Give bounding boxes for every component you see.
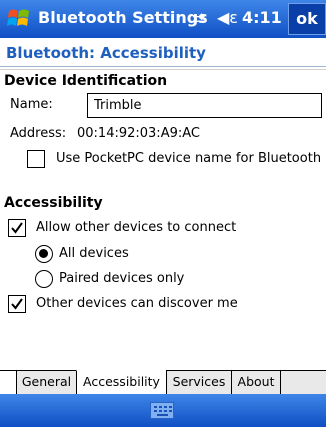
- paired-only-label[interactable]: Paired devices only: [59, 271, 184, 286]
- tab-general[interactable]: General: [16, 371, 76, 395]
- device-identification-heading: Device Identification: [4, 73, 168, 89]
- address-value: 00:14:92:03:A9:AC: [77, 126, 200, 141]
- bottom-menu-bar: [0, 394, 326, 427]
- tab-bar: General Accessibility Services About: [0, 370, 326, 395]
- tab-bar-filler: [280, 371, 326, 395]
- allow-connect-checkbox[interactable]: [8, 219, 26, 237]
- use-pocketpc-name-label[interactable]: Use PocketPC device name for Bluetooth: [56, 151, 321, 166]
- window-title: Bluetooth Settings: [38, 8, 208, 27]
- checkmark-icon: [11, 298, 23, 310]
- radio-selected-dot: [39, 249, 48, 258]
- windows-logo-icon[interactable]: [6, 6, 32, 32]
- paired-only-radio[interactable]: [35, 270, 53, 288]
- discoverable-label[interactable]: Other devices can discover me: [36, 296, 238, 311]
- tab-about[interactable]: About: [231, 371, 280, 395]
- page-subtitle: Bluetooth: Accessibility: [6, 44, 206, 62]
- checkmark-icon: [11, 222, 23, 234]
- subtitle-divider: [0, 66, 326, 67]
- title-bar: Bluetooth Settings ⇄ ◀ε 4:11 ok: [0, 0, 326, 38]
- address-label: Address:: [10, 126, 67, 141]
- allow-connect-label[interactable]: Allow other devices to connect: [36, 220, 236, 235]
- connectivity-icon[interactable]: ⇄: [192, 9, 205, 28]
- clock[interactable]: 4:11: [242, 8, 282, 27]
- accessibility-heading: Accessibility: [4, 195, 103, 211]
- discoverable-checkbox[interactable]: [8, 295, 26, 313]
- all-devices-label[interactable]: All devices: [59, 246, 129, 261]
- use-pocketpc-name-checkbox[interactable]: [27, 150, 45, 168]
- keyboard-icon[interactable]: [150, 402, 174, 419]
- tab-services[interactable]: Services: [166, 371, 231, 395]
- all-devices-radio[interactable]: [35, 245, 53, 263]
- tab-accessibility[interactable]: Accessibility: [76, 370, 166, 395]
- ok-button[interactable]: ok: [288, 3, 326, 35]
- name-field[interactable]: [87, 93, 322, 118]
- section-divider: [0, 69, 326, 70]
- speaker-icon[interactable]: ◀ε: [217, 8, 238, 27]
- name-label: Name:: [10, 97, 53, 112]
